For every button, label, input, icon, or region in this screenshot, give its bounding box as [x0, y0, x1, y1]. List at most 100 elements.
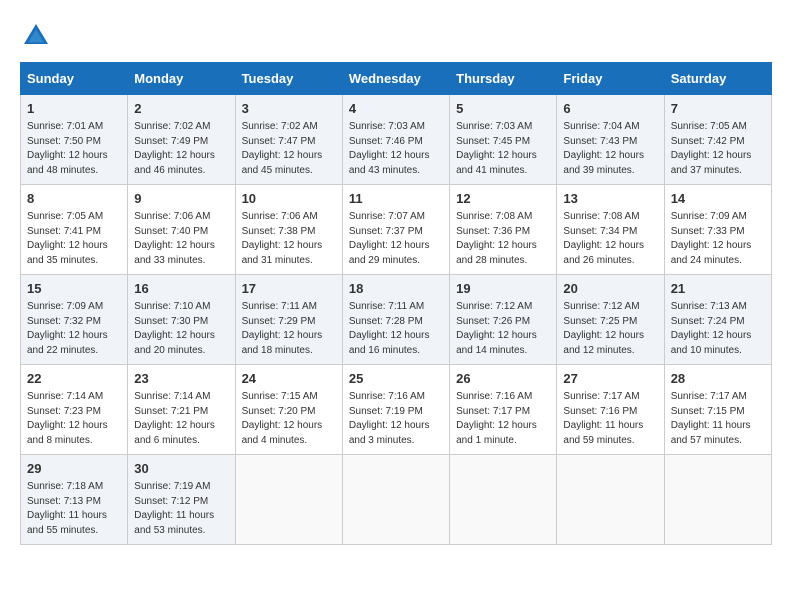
cell-line: Sunrise: 7:13 AM	[671, 300, 765, 315]
cell-line: Daylight: 12 hours	[349, 419, 443, 434]
cell-line: Daylight: 12 hours	[456, 419, 550, 434]
cell-line: and 57 minutes.	[671, 434, 765, 449]
cell-line: and 43 minutes.	[349, 164, 443, 179]
cell-line: Daylight: 12 hours	[671, 239, 765, 254]
cell-content: Sunrise: 7:17 AMSunset: 7:15 PMDaylight:…	[671, 390, 765, 448]
cell-content: Sunrise: 7:06 AMSunset: 7:40 PMDaylight:…	[134, 210, 228, 268]
weekday-header: Tuesday	[235, 63, 342, 95]
cell-line: and 39 minutes.	[563, 164, 657, 179]
cell-line: and 8 minutes.	[27, 434, 121, 449]
cell-line: Sunrise: 7:03 AM	[349, 120, 443, 135]
cell-line: Daylight: 12 hours	[242, 239, 336, 254]
cell-content: Sunrise: 7:03 AMSunset: 7:46 PMDaylight:…	[349, 120, 443, 178]
cell-line: Sunrise: 7:11 AM	[349, 300, 443, 315]
cell-line: Sunset: 7:21 PM	[134, 405, 228, 420]
cell-line: and 14 minutes.	[456, 344, 550, 359]
day-number: 26	[456, 370, 550, 388]
cell-line: Sunrise: 7:16 AM	[456, 390, 550, 405]
calendar-cell: 14Sunrise: 7:09 AMSunset: 7:33 PMDayligh…	[664, 185, 771, 275]
cell-line: Daylight: 12 hours	[563, 329, 657, 344]
cell-line: Sunset: 7:41 PM	[27, 225, 121, 240]
calendar-cell: 30Sunrise: 7:19 AMSunset: 7:12 PMDayligh…	[128, 455, 235, 545]
cell-line: Daylight: 11 hours	[27, 509, 121, 524]
cell-content: Sunrise: 7:01 AMSunset: 7:50 PMDaylight:…	[27, 120, 121, 178]
cell-content: Sunrise: 7:02 AMSunset: 7:49 PMDaylight:…	[134, 120, 228, 178]
cell-line: Sunset: 7:43 PM	[563, 135, 657, 150]
cell-line: Sunrise: 7:06 AM	[134, 210, 228, 225]
cell-line: Sunset: 7:46 PM	[349, 135, 443, 150]
cell-line: Daylight: 12 hours	[671, 329, 765, 344]
weekday-header: Wednesday	[342, 63, 449, 95]
weekday-header-row: SundayMondayTuesdayWednesdayThursdayFrid…	[21, 63, 772, 95]
cell-content: Sunrise: 7:11 AMSunset: 7:28 PMDaylight:…	[349, 300, 443, 358]
calendar-cell: 15Sunrise: 7:09 AMSunset: 7:32 PMDayligh…	[21, 275, 128, 365]
cell-line: Daylight: 12 hours	[27, 239, 121, 254]
cell-line: Daylight: 12 hours	[349, 239, 443, 254]
cell-line: Daylight: 12 hours	[134, 329, 228, 344]
day-number: 4	[349, 100, 443, 118]
cell-line: Sunset: 7:19 PM	[349, 405, 443, 420]
cell-line: Sunrise: 7:10 AM	[134, 300, 228, 315]
cell-line: Sunrise: 7:16 AM	[349, 390, 443, 405]
calendar-cell: 13Sunrise: 7:08 AMSunset: 7:34 PMDayligh…	[557, 185, 664, 275]
cell-content: Sunrise: 7:14 AMSunset: 7:21 PMDaylight:…	[134, 390, 228, 448]
cell-line: Daylight: 12 hours	[27, 149, 121, 164]
cell-line: Daylight: 12 hours	[242, 419, 336, 434]
cell-line: Sunrise: 7:17 AM	[563, 390, 657, 405]
cell-line: Sunset: 7:32 PM	[27, 315, 121, 330]
cell-line: Sunrise: 7:18 AM	[27, 480, 121, 495]
cell-line: Daylight: 12 hours	[27, 329, 121, 344]
cell-line: Daylight: 12 hours	[349, 329, 443, 344]
page-header	[20, 20, 772, 52]
weekday-header: Sunday	[21, 63, 128, 95]
day-number: 5	[456, 100, 550, 118]
day-number: 19	[456, 280, 550, 298]
cell-line: Sunset: 7:33 PM	[671, 225, 765, 240]
calendar-cell: 16Sunrise: 7:10 AMSunset: 7:30 PMDayligh…	[128, 275, 235, 365]
cell-line: and 20 minutes.	[134, 344, 228, 359]
cell-line: Sunrise: 7:08 AM	[563, 210, 657, 225]
cell-line: Sunset: 7:26 PM	[456, 315, 550, 330]
cell-content: Sunrise: 7:15 AMSunset: 7:20 PMDaylight:…	[242, 390, 336, 448]
day-number: 12	[456, 190, 550, 208]
cell-line: Sunset: 7:28 PM	[349, 315, 443, 330]
calendar-cell: 8Sunrise: 7:05 AMSunset: 7:41 PMDaylight…	[21, 185, 128, 275]
day-number: 28	[671, 370, 765, 388]
cell-line: Daylight: 12 hours	[456, 329, 550, 344]
calendar-cell	[450, 455, 557, 545]
cell-content: Sunrise: 7:08 AMSunset: 7:36 PMDaylight:…	[456, 210, 550, 268]
cell-line: Sunrise: 7:11 AM	[242, 300, 336, 315]
cell-line: Sunset: 7:45 PM	[456, 135, 550, 150]
cell-content: Sunrise: 7:06 AMSunset: 7:38 PMDaylight:…	[242, 210, 336, 268]
cell-line: Sunrise: 7:08 AM	[456, 210, 550, 225]
cell-line: Sunset: 7:49 PM	[134, 135, 228, 150]
cell-line: Sunset: 7:34 PM	[563, 225, 657, 240]
calendar-cell	[342, 455, 449, 545]
cell-line: Sunset: 7:40 PM	[134, 225, 228, 240]
cell-line: Daylight: 12 hours	[671, 149, 765, 164]
cell-line: and 22 minutes.	[27, 344, 121, 359]
calendar-cell: 17Sunrise: 7:11 AMSunset: 7:29 PMDayligh…	[235, 275, 342, 365]
cell-line: Sunrise: 7:17 AM	[671, 390, 765, 405]
calendar-cell: 29Sunrise: 7:18 AMSunset: 7:13 PMDayligh…	[21, 455, 128, 545]
cell-line: Sunset: 7:24 PM	[671, 315, 765, 330]
calendar-cell: 26Sunrise: 7:16 AMSunset: 7:17 PMDayligh…	[450, 365, 557, 455]
cell-line: Sunset: 7:50 PM	[27, 135, 121, 150]
day-number: 24	[242, 370, 336, 388]
cell-line: Daylight: 11 hours	[563, 419, 657, 434]
calendar-cell: 18Sunrise: 7:11 AMSunset: 7:28 PMDayligh…	[342, 275, 449, 365]
calendar-cell: 24 Sunrise: 7:15 AMSunset: 7:20 PMDayligh…	[235, 365, 342, 455]
calendar-cell: 22Sunrise: 7:14 AMSunset: 7:23 PMDayligh…	[21, 365, 128, 455]
cell-line: Sunrise: 7:02 AM	[134, 120, 228, 135]
cell-line: Sunrise: 7:02 AM	[242, 120, 336, 135]
calendar-cell: 23Sunrise: 7:14 AMSunset: 7:21 PMDayligh…	[128, 365, 235, 455]
day-number: 7	[671, 100, 765, 118]
cell-content: Sunrise: 7:12 AMSunset: 7:26 PMDaylight:…	[456, 300, 550, 358]
calendar-cell: 10Sunrise: 7:06 AMSunset: 7:38 PMDayligh…	[235, 185, 342, 275]
cell-line: Daylight: 11 hours	[134, 509, 228, 524]
cell-content: Sunrise: 7:18 AMSunset: 7:13 PMDaylight:…	[27, 480, 121, 538]
cell-content: Sunrise: 7:09 AMSunset: 7:32 PMDaylight:…	[27, 300, 121, 358]
calendar-week-row: 22Sunrise: 7:14 AMSunset: 7:23 PMDayligh…	[21, 365, 772, 455]
cell-line: and 28 minutes.	[456, 254, 550, 269]
cell-line: and 46 minutes.	[134, 164, 228, 179]
